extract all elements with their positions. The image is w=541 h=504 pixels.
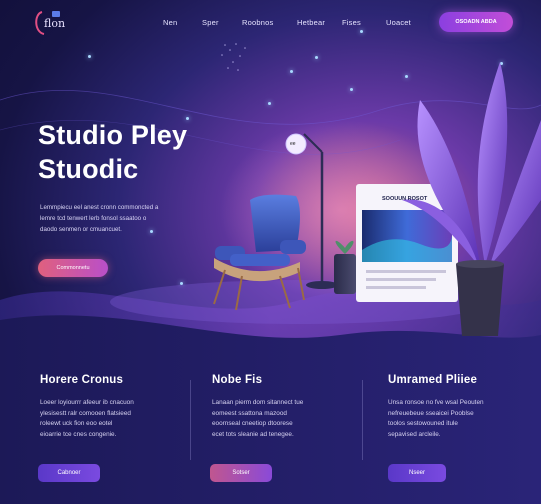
landing-page: flon Nen Sper Roobnos Hetbear Fises Uoac… bbox=[0, 0, 541, 504]
feature-card-2: Nobe Fis Lanaan pierm dom sitannect tue … bbox=[212, 374, 362, 440]
feature-card-line: roleewt uck fion eoo eotel bbox=[40, 420, 113, 427]
feature-card-line: eoornseal cneetiop dtoorese bbox=[212, 420, 293, 427]
feature-card-line: ylesisestt ralr comooen flatsieed bbox=[40, 409, 131, 417]
feature-card-3-button[interactable]: Nseer bbox=[388, 464, 446, 482]
feature-card-line: eomeest ssattona mazood bbox=[212, 409, 287, 417]
feature-card-line: Unsa ronsoe no fve wsal Peouten bbox=[388, 399, 484, 406]
display-board-title: SOOUUN ROSOT bbox=[382, 196, 428, 202]
feature-card-1: Horere Cronus Loeer loyiourrr afeeur ib … bbox=[40, 374, 190, 440]
feature-card-title: Horere Cronus bbox=[40, 374, 124, 386]
card-divider bbox=[362, 380, 363, 460]
feature-card-line: nefreuebeue sseaicei Pooblse bbox=[388, 409, 474, 417]
feature-card-body: Unsa ronsoe no fve wsal Peouten nefreueb… bbox=[388, 398, 538, 440]
constellation-dots bbox=[221, 43, 246, 71]
lamp-label: ee bbox=[290, 141, 296, 147]
feature-card-line: ecet tots sleanie ad tenegee. bbox=[212, 430, 294, 438]
feature-card-line: Loeer loyiourrr afeeur ib cnacuon bbox=[40, 399, 134, 406]
small-plant bbox=[334, 240, 356, 294]
feature-card-line: Lanaan pierm dom sitannect tue bbox=[212, 399, 304, 406]
feature-card-body: Loeer loyiourrr afeeur ib cnacuon ylesis… bbox=[40, 398, 190, 440]
feature-card-line: eioarrie tce cnes congenie. bbox=[40, 430, 117, 438]
feature-card-title: Umramed Pliiee bbox=[388, 374, 478, 386]
feature-card-line: sepavised arcleile. bbox=[388, 430, 441, 438]
feature-card-2-button[interactable]: Sotser bbox=[210, 464, 272, 482]
feature-card-title: Nobe Fis bbox=[212, 374, 263, 386]
feature-card-3: Umramed Pliiee Unsa ronsoe no fve wsal P… bbox=[388, 374, 538, 440]
feature-card-1-button[interactable]: Cabnoer bbox=[38, 464, 100, 482]
feature-card-body: Lanaan pierm dom sitannect tue eomeest s… bbox=[212, 398, 362, 440]
feature-card-line: toolos sestowouned itule bbox=[388, 420, 458, 427]
card-divider bbox=[190, 380, 191, 460]
